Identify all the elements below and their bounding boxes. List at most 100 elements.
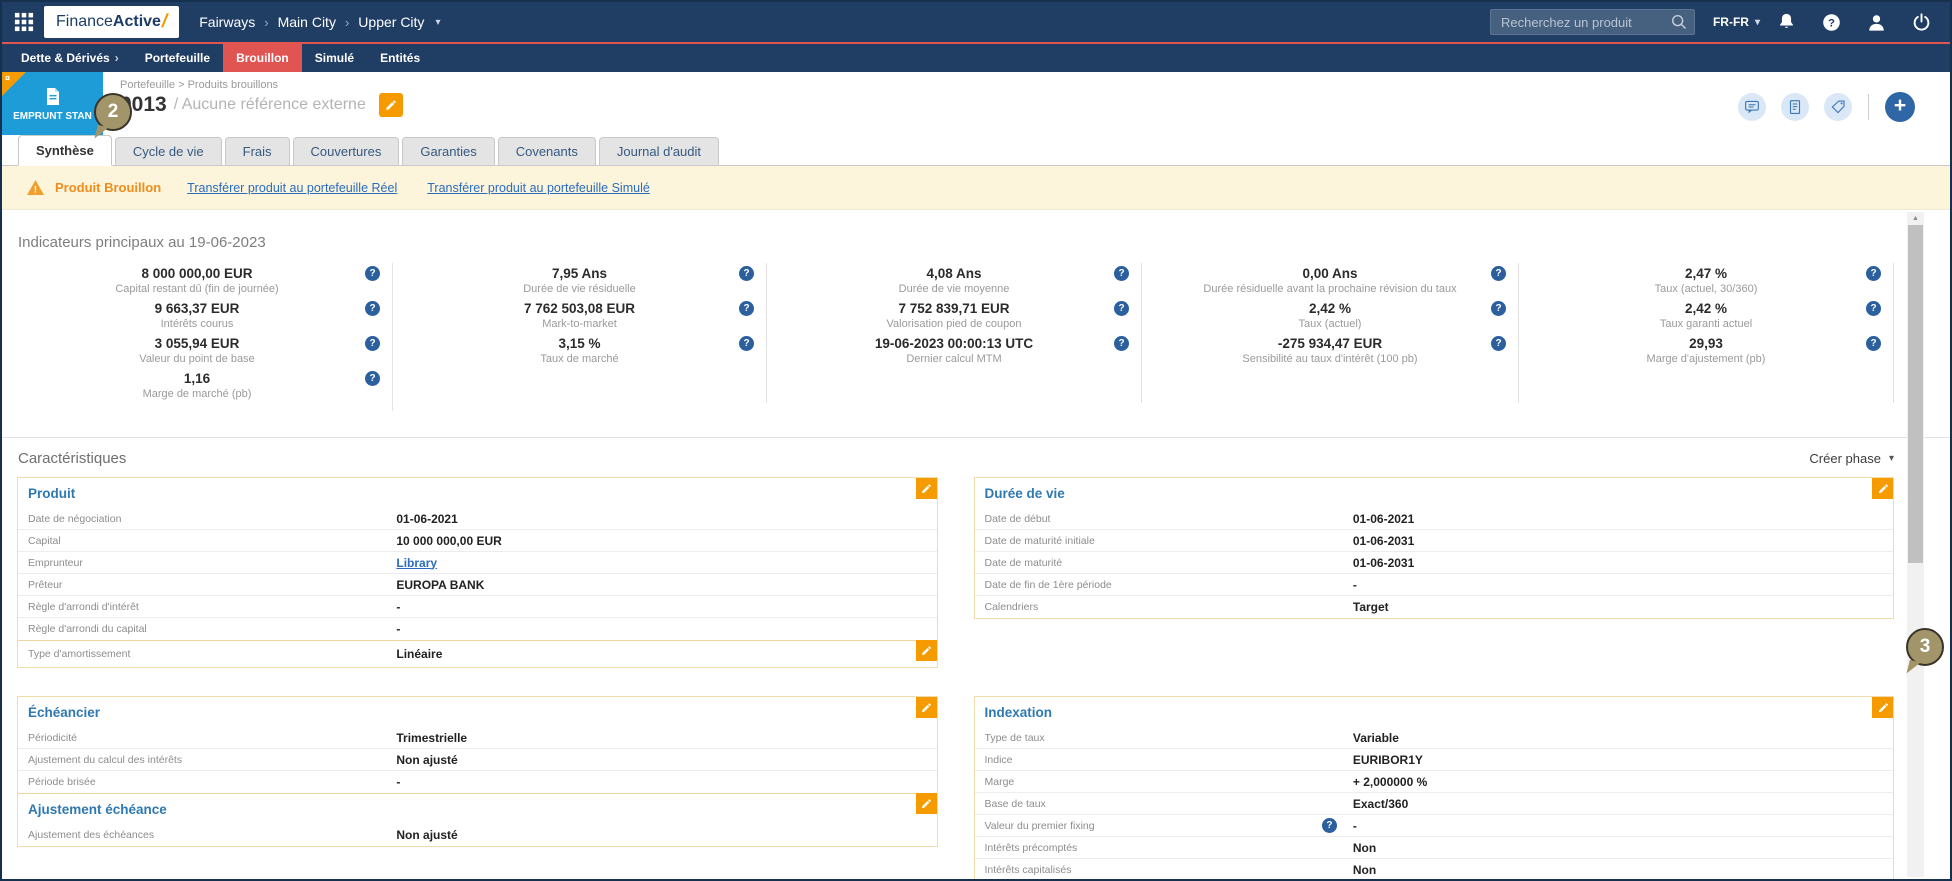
- help-icon[interactable]: ?: [1321, 817, 1337, 833]
- chevron-down-icon[interactable]: ▾: [435, 17, 440, 28]
- tab-frais[interactable]: Frais: [224, 137, 290, 165]
- borrower-link[interactable]: Library: [396, 556, 437, 570]
- indicator-item: 29,93? Marge d'ajustement (pb): [1519, 335, 1893, 366]
- vertical-scrollbar[interactable]: ▲: [1907, 212, 1924, 877]
- help-icon[interactable]: ?: [1491, 336, 1506, 351]
- help-icon[interactable]: ?: [1866, 266, 1881, 281]
- add-button[interactable]: +: [1885, 92, 1915, 122]
- scrollbar-thumb[interactable]: [1908, 225, 1923, 563]
- tab-couvertures[interactable]: Couvertures: [292, 137, 400, 165]
- user-icon[interactable]: [1866, 12, 1887, 33]
- edit-reference-button[interactable]: [378, 93, 403, 117]
- pencil-icon: [922, 645, 931, 655]
- nav-item-entites[interactable]: Entités: [367, 44, 433, 72]
- svg-text:!: !: [34, 185, 37, 196]
- notes-button[interactable]: [1781, 93, 1809, 121]
- help-icon[interactable]: ?: [365, 301, 380, 316]
- logo-text-finance: Finance: [56, 13, 113, 30]
- table-row: Calendriers Target: [984, 600, 1389, 614]
- indicator-column: 4,08 Ans? Durée de vie moyenne 7 752 839,…: [767, 263, 1142, 403]
- panel-title: Produit: [28, 486, 76, 501]
- transfer-real-link[interactable]: Transférer produit au portefeuille Réel: [187, 181, 397, 195]
- help-icon[interactable]: ?: [365, 336, 380, 351]
- table-row: Base de taux Exact/360: [974, 793, 1893, 815]
- nav-item-dette-derives[interactable]: Dette & Dérivés ›: [8, 44, 132, 72]
- nav-item-brouillon[interactable]: Brouillon: [223, 44, 302, 72]
- nav-item-portefeuille[interactable]: Portefeuille: [132, 44, 223, 72]
- edit-produit-button[interactable]: [915, 478, 937, 499]
- indicators-grid: 8 000 000,00 EUR? Capital restant dû (fin…: [2, 263, 1894, 411]
- breadcrumb-item-main-city[interactable]: Main City: [278, 14, 336, 30]
- indicator-item: 3,15 %? Taux de marché: [393, 335, 766, 366]
- app-grid-icon[interactable]: [14, 12, 34, 32]
- breadcrumb-item-fairways[interactable]: Fairways: [199, 14, 255, 30]
- tab-journal-audit[interactable]: Journal d'audit: [598, 137, 720, 165]
- tab-garanties[interactable]: Garanties: [402, 137, 495, 165]
- product-tabs: Synthèse Cycle de vie Frais Couvertures …: [2, 135, 1950, 166]
- table-row: Prêteur EUROPA BANK: [18, 574, 937, 596]
- indicator-item: 19-06-2023 00:00:13 UTC? Dernier calcul M…: [767, 335, 1141, 366]
- panel-indexation: Indexation Type de taux Variable Indice EU…: [973, 696, 1894, 879]
- edit-duree-button[interactable]: [1872, 478, 1893, 499]
- locale-selector[interactable]: FR-FR ▾: [1713, 15, 1760, 29]
- top-bar: Finance Active / Fairways › Main City › Up…: [2, 2, 1950, 42]
- edit-ajustement-button[interactable]: [915, 793, 937, 814]
- help-icon[interactable]: ?: [365, 371, 380, 386]
- help-icon[interactable]: ?: [739, 336, 754, 351]
- chevron-down-icon: ▾: [1888, 453, 1894, 464]
- indicator-item: 8 000 000,00 EUR? Capital restant dû (fin…: [2, 265, 392, 296]
- breadcrumb-item-upper-city[interactable]: Upper City: [358, 14, 424, 30]
- finance-active-logo[interactable]: Finance Active /: [44, 6, 180, 38]
- panel-title: Ajustement échéance: [28, 802, 167, 817]
- locale-label: FR-FR: [1712, 15, 1749, 29]
- pencil-icon: [922, 798, 931, 808]
- search-input[interactable]: [1489, 9, 1695, 35]
- help-icon[interactable]: ?: [1866, 301, 1881, 316]
- chevron-right-icon: ›: [344, 14, 350, 30]
- document-icon: [46, 87, 59, 105]
- create-phase-button[interactable]: Créer phase ▾: [1809, 451, 1894, 466]
- help-icon[interactable]: ?: [365, 266, 380, 281]
- table-row: Date de début 01-06-2021: [974, 508, 1893, 530]
- table-row: Date de fin de 1ère période -: [974, 574, 1893, 596]
- product-search: [1489, 9, 1695, 35]
- nav-item-simule[interactable]: Simulé: [302, 44, 367, 72]
- panel-title: Échéancier: [28, 705, 101, 720]
- draft-ribbon-icon: ¤: [5, 73, 11, 83]
- power-icon[interactable]: [1911, 12, 1932, 33]
- edit-indexation-button[interactable]: [1872, 697, 1893, 718]
- tab-cycle-de-vie[interactable]: Cycle de vie: [114, 137, 222, 165]
- indicator-column: 2,47 %? Taux (actuel, 30/360) 2,42 %? Taux…: [1519, 263, 1894, 403]
- search-icon[interactable]: [1670, 13, 1688, 31]
- help-icon[interactable]: ?: [739, 301, 754, 316]
- help-icon[interactable]: ?: [1114, 266, 1129, 281]
- comments-button[interactable]: [1738, 93, 1766, 121]
- tags-button[interactable]: [1824, 93, 1852, 121]
- table-row: Périodicité Trimestrielle: [18, 727, 937, 749]
- help-icon[interactable]: ?: [1114, 336, 1129, 351]
- panel-echeancier: Échéancier Périodicité Trimestrielle Ajus…: [17, 696, 938, 847]
- pencil-icon: [386, 99, 397, 110]
- indicator-item: 7,95 Ans? Durée de vie résiduelle: [393, 265, 766, 296]
- indicator-item: 2,42 %? Taux (actuel): [1142, 300, 1518, 331]
- bell-icon[interactable]: [1776, 12, 1797, 33]
- product-type-label: EMPRUNT STAN: [13, 110, 92, 122]
- help-icon[interactable]: ?: [1821, 12, 1842, 33]
- transfer-simulated-link[interactable]: Transférer produit au portefeuille Simul…: [427, 181, 650, 195]
- edit-amortization-button[interactable]: [915, 640, 937, 661]
- product-type-tile[interactable]: EMPRUNT STAN ¤: [2, 72, 103, 135]
- tab-synthese[interactable]: Synthèse: [18, 135, 112, 166]
- table-row: Date de maturité 01-06-2031: [974, 552, 1893, 574]
- help-icon[interactable]: ?: [739, 266, 754, 281]
- help-icon[interactable]: ?: [1866, 336, 1881, 351]
- table-row: Type d'amortissement Linéaire: [28, 647, 443, 661]
- logo-text-active: Active: [112, 13, 161, 30]
- scrollbar-up-arrow[interactable]: ▲: [1907, 215, 1924, 222]
- help-icon[interactable]: ?: [1491, 301, 1506, 316]
- product-header: EMPRUNT STAN ¤ Portefeuille > Produits b…: [2, 72, 1950, 135]
- table-row: Règle d'arrondi du capital -: [28, 622, 401, 636]
- tab-covenants[interactable]: Covenants: [497, 137, 596, 165]
- help-icon[interactable]: ?: [1491, 266, 1506, 281]
- edit-echeancier-button[interactable]: [915, 697, 937, 718]
- help-icon[interactable]: ?: [1114, 301, 1129, 316]
